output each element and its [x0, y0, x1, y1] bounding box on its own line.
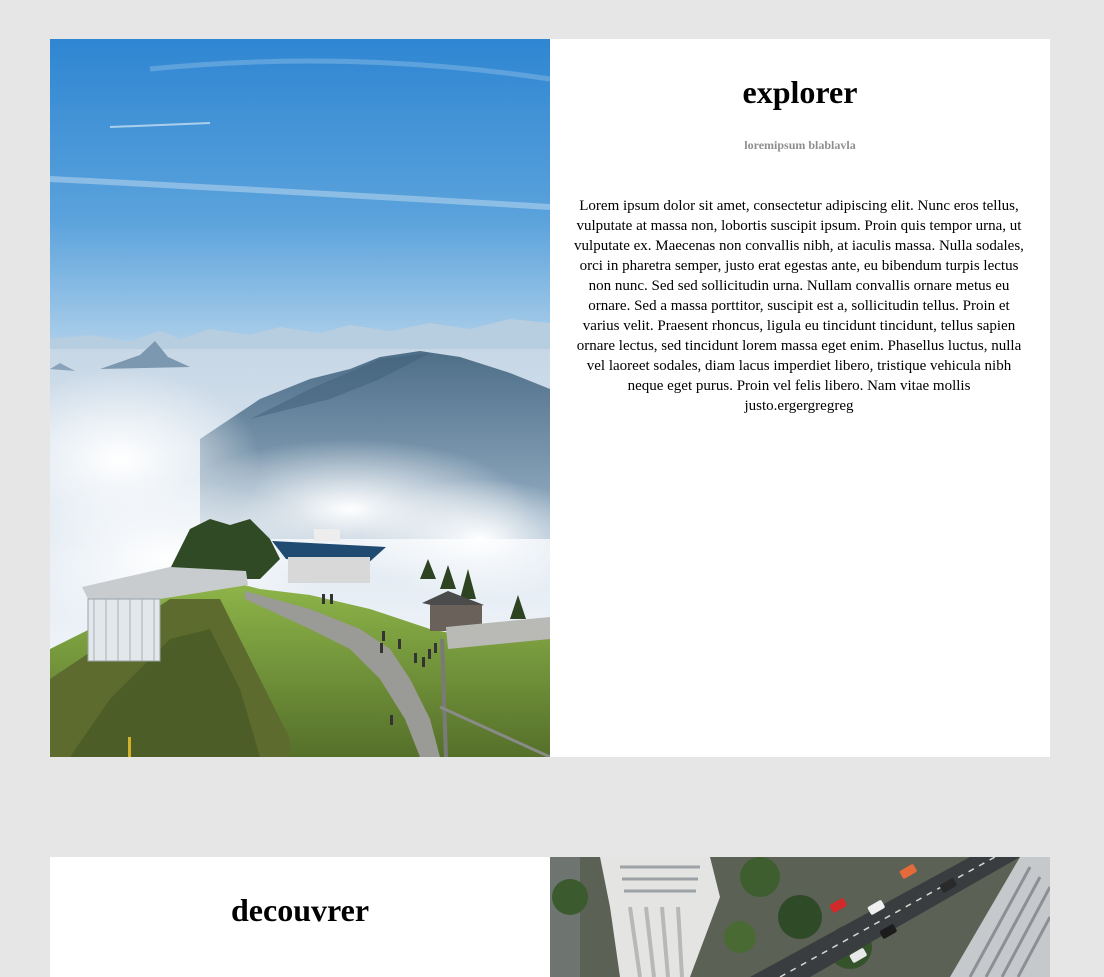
explorer-text-panel: explorer loremipsum blablavla Lorem ipsu…: [550, 39, 1050, 757]
section-title: decouvrer: [230, 892, 370, 928]
explorer-section: explorer loremipsum blablavla Lorem ipsu…: [50, 39, 1050, 757]
decouvrer-section: decouvrer: [50, 857, 1050, 977]
mountain-summit-photo: [50, 39, 550, 757]
section-body-text: Lorem ipsum dolor sit amet, consectetur …: [574, 198, 1024, 414]
city-aerial-photo: [550, 857, 1050, 977]
section-title: explorer: [742, 74, 858, 110]
decouvrer-text-panel: decouvrer: [50, 857, 550, 977]
section-subtitle: loremipsum blablavla: [744, 138, 856, 152]
